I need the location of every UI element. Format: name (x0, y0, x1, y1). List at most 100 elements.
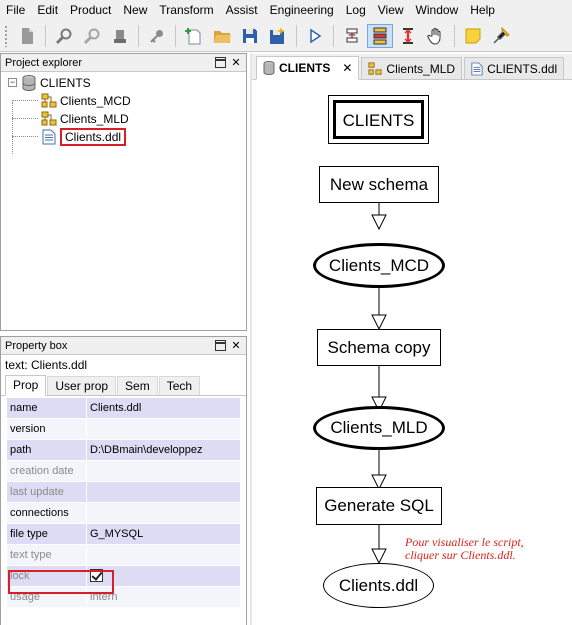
tab-clients-ddl[interactable]: CLIENTS.ddl (464, 57, 565, 79)
menu-file[interactable]: File (0, 0, 31, 20)
menu-new[interactable]: New (117, 0, 153, 20)
search-grey-icon[interactable] (79, 24, 105, 48)
tab-label: CLIENTS (279, 61, 331, 75)
key-icon[interactable] (144, 24, 170, 48)
property-value (87, 545, 240, 565)
tab-clients-mld[interactable]: Clients_MLD (361, 57, 463, 79)
tree-item-label: CLIENTS (40, 76, 91, 90)
menu-window[interactable]: Window (410, 0, 465, 20)
save-icon[interactable] (237, 24, 263, 48)
tree-item-clients-ddl[interactable]: Clients.ddl (1, 128, 246, 146)
tree-item-clients-mld[interactable]: Clients_MLD (1, 110, 246, 128)
property-box-header: Property box ✕ (1, 337, 246, 355)
schema-clients-mld[interactable]: Clients_MLD (313, 406, 445, 450)
process-generate-sql[interactable]: Generate SQL (316, 487, 442, 525)
property-value[interactable] (87, 419, 240, 439)
property-row-connections[interactable]: connections (7, 503, 240, 524)
restore-icon[interactable] (214, 340, 226, 352)
annotation-note: Pour visualiser le script, cliquer sur C… (405, 536, 571, 562)
property-key: creation date (7, 461, 87, 481)
collapse-icon[interactable] (339, 24, 365, 48)
menu-transform[interactable]: Transform (153, 0, 219, 20)
note-icon[interactable] (460, 24, 486, 48)
property-key: text type (7, 545, 87, 565)
tree-branch (12, 136, 38, 137)
menu-product[interactable]: Product (64, 0, 117, 20)
tree-branch (12, 118, 38, 119)
property-value[interactable]: D:\DBmain\developpez (87, 440, 240, 460)
tree-icon[interactable] (367, 23, 393, 48)
tab-label: CLIENTS.ddl (487, 61, 558, 76)
property-value[interactable] (87, 503, 240, 523)
tab-label: Clients_MLD (386, 61, 456, 76)
search-icon[interactable] (51, 24, 77, 48)
project-tree: − CLIENTS Clients_MCD Clients_MLD Client… (1, 72, 246, 154)
open-folder-icon[interactable] (209, 24, 235, 48)
document-icon[interactable] (14, 24, 40, 48)
schema-icon (368, 61, 382, 76)
menu-engineering[interactable]: Engineering (264, 0, 340, 20)
editor-tab-bar: CLIENTS ✕ Clients_MLD CLIENTS.ddl (252, 54, 572, 80)
text-file-icon (41, 129, 57, 145)
save-as-icon[interactable] (265, 24, 291, 48)
tree-item-clients-mcd[interactable]: Clients_MCD (1, 92, 246, 110)
run-icon[interactable] (302, 24, 328, 48)
property-subject: text: Clients.ddl (5, 358, 88, 372)
menu-assist[interactable]: Assist (220, 0, 264, 20)
tab-sem[interactable]: Sem (117, 376, 158, 395)
property-key: path (7, 440, 87, 460)
menu-edit[interactable]: Edit (31, 0, 64, 20)
property-row-text-type: text type (7, 545, 240, 566)
menubar: File Edit Product New Transform Assist E… (0, 0, 572, 20)
hand-icon[interactable] (423, 24, 449, 48)
database-icon (21, 75, 37, 91)
split-icon[interactable] (395, 24, 421, 48)
property-box-title: Property box (5, 339, 68, 352)
close-icon[interactable]: ✕ (230, 57, 242, 69)
stamp-icon[interactable] (107, 24, 133, 48)
tab-clients-project[interactable]: CLIENTS ✕ (256, 56, 360, 80)
tab-tech[interactable]: Tech (158, 376, 201, 395)
property-key: version (7, 419, 87, 439)
project-history-canvas[interactable]: CLIENTS New schema Clients_MCD Schema co… (252, 81, 572, 625)
process-new-schema[interactable]: New schema (319, 166, 439, 203)
property-tabs: Prop User prop Sem Tech (1, 375, 246, 396)
toolbar-separator (333, 24, 334, 47)
menu-log[interactable]: Log (340, 0, 372, 20)
tree-item-label: Clients_MCD (60, 94, 131, 108)
tree-branch (12, 100, 38, 101)
collapse-toggle-icon[interactable]: − (8, 78, 17, 87)
close-tab-icon[interactable]: ✕ (342, 61, 352, 75)
menu-view[interactable]: View (372, 0, 410, 20)
property-row-path[interactable]: path D:\DBmain\developpez (7, 440, 240, 461)
property-row-creation-date: creation date (7, 461, 240, 482)
project-explorer-header: Project explorer ✕ (1, 54, 246, 72)
project-node[interactable]: CLIENTS (328, 95, 429, 144)
tree-item-clients[interactable]: − CLIENTS (1, 74, 246, 92)
toolbar-separator (175, 24, 176, 47)
tab-prop[interactable]: Prop (5, 375, 47, 396)
new-project-icon[interactable] (181, 24, 207, 48)
property-value (87, 482, 240, 502)
property-value[interactable]: Clients.ddl (87, 398, 240, 418)
property-row-version[interactable]: version (7, 419, 240, 440)
schema-clients-mcd[interactable]: Clients_MCD (313, 243, 445, 288)
process-schema-copy[interactable]: Schema copy (317, 329, 441, 366)
tab-user-prop[interactable]: User prop (47, 376, 117, 395)
close-icon[interactable]: ✕ (230, 340, 242, 352)
restore-icon[interactable] (214, 57, 226, 69)
pin-icon[interactable] (488, 24, 514, 48)
file-clients-ddl[interactable]: Clients.ddl (323, 563, 434, 608)
property-key: last update (7, 482, 87, 502)
property-row-file-type[interactable]: file type G_MYSQL (7, 524, 240, 545)
property-key: name (7, 398, 87, 418)
project-explorer-title: Project explorer (5, 56, 83, 69)
property-key: file type (7, 524, 87, 544)
property-value[interactable]: G_MYSQL (87, 524, 240, 544)
property-row-last-update: last update (7, 482, 240, 503)
property-row-name[interactable]: name Clients.ddl (7, 398, 240, 419)
tree-item-label: Clients_MLD (60, 112, 129, 126)
toolbar-grip[interactable] (4, 24, 8, 47)
menu-help[interactable]: Help (464, 0, 501, 20)
property-value (87, 461, 240, 481)
